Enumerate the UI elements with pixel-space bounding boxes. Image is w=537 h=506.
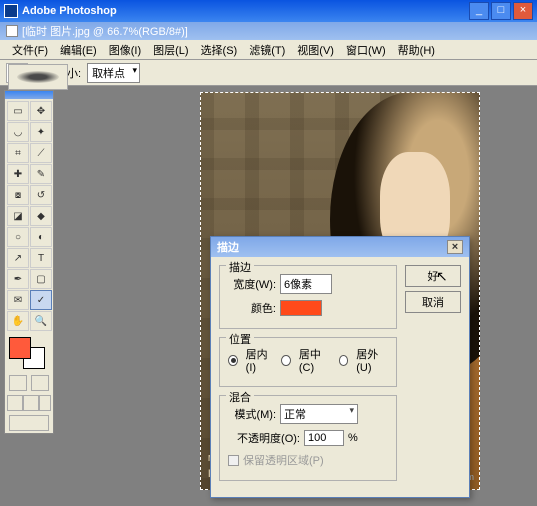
group-position: 位置 居内(I) 居中(C) 居外(U) — [219, 337, 397, 387]
tool-path[interactable]: ↗ — [7, 248, 29, 268]
tool-history[interactable]: ↺ — [30, 185, 52, 205]
opacity-input[interactable]: 100 — [304, 430, 344, 446]
tool-notes[interactable]: ✉ — [7, 290, 29, 310]
tool-lasso[interactable]: ◡ — [7, 122, 29, 142]
width-input[interactable]: 6像素 — [280, 274, 332, 294]
toolbox: ▭ ✥ ◡ ✦ ⌗ ⟋ ✚ ✎ ⧇ ↺ ◪ ◆ ○ ◐ ↗ T ✒ ▢ ✉ ✓ … — [4, 90, 54, 434]
color-label: 颜色: — [228, 300, 276, 316]
group-blend-legend: 混合 — [226, 389, 254, 405]
mode-select[interactable]: 正常 — [280, 404, 358, 424]
minimize-button[interactable]: _ — [469, 2, 489, 20]
group-position-legend: 位置 — [226, 331, 254, 347]
menu-help[interactable]: 帮助(H) — [394, 40, 439, 60]
tool-brush[interactable]: ✎ — [30, 164, 52, 184]
preserve-checkbox[interactable] — [228, 455, 239, 466]
cancel-button[interactable]: 取消 — [405, 291, 461, 313]
group-stroke: 描边 宽度(W): 6像素 颜色: — [219, 265, 397, 329]
menu-window[interactable]: 窗口(W) — [342, 40, 390, 60]
mode-quickmask[interactable] — [31, 375, 49, 391]
maximize-button[interactable]: □ — [491, 2, 511, 20]
menu-edit[interactable]: 编辑(E) — [56, 40, 101, 60]
menu-layer[interactable]: 图层(L) — [149, 40, 192, 60]
tool-eyedropper[interactable]: ✓ — [30, 290, 52, 310]
color-swatches[interactable] — [9, 337, 45, 369]
radio-inside-label: 居内(I) — [246, 346, 274, 374]
tool-zoom[interactable]: 🔍 — [30, 311, 52, 331]
tool-blur[interactable]: ○ — [7, 227, 29, 247]
tool-hand[interactable]: ✋ — [7, 311, 29, 331]
tool-bucket[interactable]: ◆ — [30, 206, 52, 226]
preserve-label: 保留透明区域(P) — [243, 452, 324, 468]
close-button[interactable]: × — [513, 2, 533, 20]
menu-file[interactable]: 文件(F) — [8, 40, 52, 60]
opacity-percent: % — [348, 432, 358, 444]
tool-type[interactable]: T — [30, 248, 52, 268]
brush-preview[interactable] — [8, 64, 68, 90]
radio-outside-label: 居外(U) — [356, 346, 388, 374]
stroke-dialog: 描边 × 描边 宽度(W): 6像素 颜色: 位置 — [210, 236, 470, 498]
workarea: ▭ ✥ ◡ ✦ ⌗ ⟋ ✚ ✎ ⧇ ↺ ◪ ◆ ○ ◐ ↗ T ✒ ▢ ✉ ✓ … — [0, 86, 537, 506]
ok-button[interactable]: 好 ↖ — [405, 265, 461, 287]
tool-stamp[interactable]: ⧇ — [7, 185, 29, 205]
sample-select[interactable]: 取样点 — [87, 63, 140, 83]
jump-to[interactable] — [9, 415, 49, 431]
tool-shape[interactable]: ▢ — [30, 269, 52, 289]
dialog-close-button[interactable]: × — [447, 240, 463, 254]
tool-marquee[interactable]: ▭ — [7, 101, 29, 121]
foreground-color[interactable] — [9, 337, 31, 359]
menu-image[interactable]: 图像(I) — [105, 40, 145, 60]
menu-view[interactable]: 视图(V) — [293, 40, 338, 60]
radio-inside[interactable] — [228, 355, 238, 366]
radio-center-label: 居中(C) — [299, 346, 331, 374]
tool-crop[interactable]: ⌗ — [7, 143, 29, 163]
menubar: 文件(F) 编辑(E) 图像(I) 图层(L) 选择(S) 滤镜(T) 视图(V… — [0, 40, 537, 60]
mode-standard[interactable] — [9, 375, 27, 391]
tool-heal[interactable]: ✚ — [7, 164, 29, 184]
options-bar: 取样大小: 取样点 — [0, 60, 537, 86]
radio-center[interactable] — [281, 355, 291, 366]
toolbox-header[interactable] — [5, 91, 53, 99]
radio-outside[interactable] — [339, 355, 349, 366]
tool-slice[interactable]: ⟋ — [30, 143, 52, 163]
doc-titlebar: [临时 图片.jpg @ 66.7%(RGB/8#)] — [0, 22, 537, 40]
tool-move[interactable]: ✥ — [30, 101, 52, 121]
app-icon — [4, 4, 18, 18]
screen-full-menu[interactable] — [23, 395, 39, 411]
tool-dodge[interactable]: ◐ — [30, 227, 52, 247]
screen-full[interactable] — [39, 395, 51, 411]
tool-wand[interactable]: ✦ — [30, 122, 52, 142]
app-title: Adobe Photoshop — [22, 5, 117, 17]
color-picker[interactable] — [280, 300, 322, 316]
menu-select[interactable]: 选择(S) — [197, 40, 242, 60]
doc-icon — [6, 25, 18, 37]
doc-title: [临时 图片.jpg @ 66.7%(RGB/8#)] — [22, 23, 188, 39]
dialog-titlebar[interactable]: 描边 × — [211, 237, 469, 257]
mode-label: 模式(M): — [228, 406, 276, 422]
tool-pen[interactable]: ✒ — [7, 269, 29, 289]
width-label: 宽度(W): — [228, 276, 276, 292]
group-stroke-legend: 描边 — [226, 259, 254, 275]
menu-filter[interactable]: 滤镜(T) — [245, 40, 289, 60]
screen-standard[interactable] — [7, 395, 23, 411]
dialog-title: 描边 — [217, 239, 239, 255]
opacity-label: 不透明度(O): — [228, 430, 300, 446]
group-blend: 混合 模式(M): 正常 不透明度(O): 100 % 保留透明区域(P) — [219, 395, 397, 481]
tool-eraser[interactable]: ◪ — [7, 206, 29, 226]
app-titlebar: Adobe Photoshop _ □ × — [0, 0, 537, 22]
